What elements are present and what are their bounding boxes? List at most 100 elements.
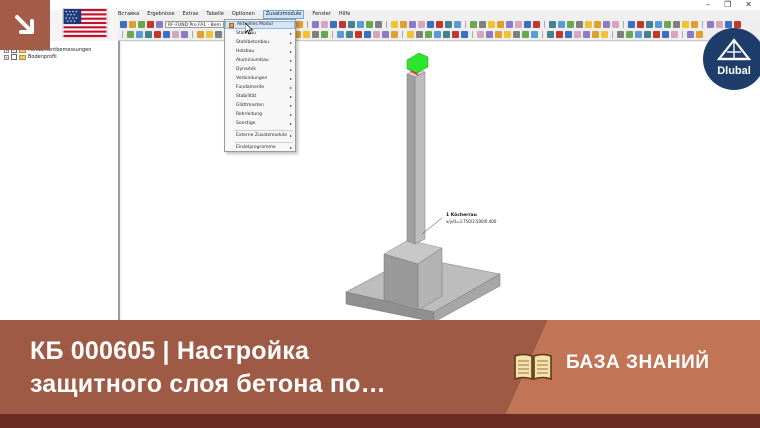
menu-item-2[interactable]: Stahlbetonbau ▸ [225,39,295,47]
toolbar-button-icon[interactable] [532,21,540,28]
toolbar-button-icon[interactable] [197,31,204,38]
toolbar-button-icon[interactable] [602,21,610,28]
module-select[interactable]: RF-FUND Pro FA1 - Bem [165,21,224,28]
toolbar-button-icon[interactable] [181,31,188,38]
nav-item-soil-profile[interactable]: + Bodenprofil [4,54,57,60]
toolbar-button-icon[interactable] [120,21,127,28]
menu-insert[interactable]: Вставка [118,10,139,19]
toolbar-button-icon[interactable] [547,31,554,38]
toolbar-button-icon[interactable] [390,21,398,28]
toolbar-button-icon[interactable] [417,21,425,28]
toolbar-button-icon[interactable] [347,21,355,28]
toolbar-button-icon[interactable] [671,31,678,38]
toolbar-button-icon[interactable] [611,21,619,28]
toolbar-button-icon[interactable] [452,31,459,38]
toolbar-button-icon[interactable] [733,21,741,28]
toolbar-button-icon[interactable] [513,31,520,38]
toolbar-button-icon[interactable] [504,31,511,38]
toolbar-button-icon[interactable] [136,31,143,38]
toolbar-button-icon[interactable] [523,21,531,28]
toolbar-button-icon[interactable] [654,21,662,28]
toolbar-button-icon[interactable] [566,21,574,28]
toolbar-button-icon[interactable] [346,31,353,38]
toolbar-button-icon[interactable] [303,31,310,38]
toolbar-button-icon[interactable] [163,31,170,38]
toolbar-button-icon[interactable] [514,21,522,28]
toolbar-button-icon[interactable] [557,21,565,28]
minimize-button[interactable]: – [706,0,710,10]
menu-item-7[interactable]: Fundamente ▸ [225,84,295,92]
checkbox-icon[interactable] [11,54,17,60]
toolbar-button-icon[interactable] [663,21,671,28]
toolbar-button-icon[interactable] [365,21,373,28]
toolbar-button-icon[interactable] [147,21,154,28]
menu-item-3[interactable]: Holzbau ▸ [225,48,295,56]
toolbar-button-icon[interactable] [461,31,468,38]
toolbar-button-icon[interactable] [215,31,222,38]
toolbar-button-icon[interactable] [696,31,703,38]
toolbar-button-icon[interactable] [444,21,452,28]
toolbar-button-icon[interactable] [407,31,414,38]
toolbar-button-icon[interactable] [425,31,432,38]
toolbar-button-icon[interactable] [593,21,601,28]
toolbar-button-icon[interactable] [574,31,581,38]
menu-item-5[interactable]: Dynamik ▸ [225,66,295,74]
toolbar-button-icon[interactable] [416,31,423,38]
menu-item-0[interactable]: Aktuelles Modul [225,21,295,29]
toolbar-button-icon[interactable] [382,31,389,38]
menu-item-4[interactable]: Aluminiumbau ▸ [225,57,295,65]
menu-item-11[interactable]: Sonstige ▸ [225,120,295,128]
toolbar-button-icon[interactable] [206,31,213,38]
toolbar-button-icon[interactable] [443,31,450,38]
maximize-button[interactable]: ❐ [724,0,731,10]
menu-tools[interactable]: Extras [183,10,199,19]
toolbar-button-icon[interactable] [338,21,346,28]
toolbar-button-icon[interactable] [505,21,513,28]
toolbar-button-icon[interactable] [531,31,538,38]
toolbar-button-icon[interactable] [706,21,714,28]
toolbar-button-icon[interactable] [653,31,660,38]
toolbar-button-icon[interactable] [672,21,680,28]
menu-item-10[interactable]: Rohrleitung ▸ [225,111,295,119]
toolbar-button-icon[interactable] [295,21,303,28]
toolbar-button-icon[interactable] [690,21,698,28]
toolbar-button-icon[interactable] [145,31,152,38]
toolbar-button-icon[interactable] [320,21,328,28]
toolbar-button-icon[interactable] [522,31,529,38]
menu-item-9[interactable]: Glättmasten ▸ [225,102,295,110]
toolbar-button-icon[interactable] [496,21,504,28]
toolbar-button-icon[interactable] [627,21,635,28]
toolbar-button-icon[interactable] [565,31,572,38]
toolbar-button-icon[interactable] [681,21,689,28]
menu-options[interactable]: Optionen [232,10,255,19]
toolbar-button-icon[interactable] [575,21,583,28]
toolbar-button-icon[interactable] [644,31,651,38]
menu-help[interactable]: Hilfe [339,10,350,19]
toolbar-button-icon[interactable] [592,31,599,38]
toolbar-button-icon[interactable] [172,31,179,38]
toolbar-button-icon[interactable] [373,31,380,38]
menu-add-on-modules[interactable]: Zusatzmodule [262,10,305,19]
toolbar-button-icon[interactable] [662,31,669,38]
toolbar-button-icon[interactable] [477,31,484,38]
toolbar-button-icon[interactable] [635,31,642,38]
toolbar-button-icon[interactable] [469,21,477,28]
toolbar-button-icon[interactable] [154,31,161,38]
toolbar-button-icon[interactable] [601,31,608,38]
toolbar-button-icon[interactable] [355,31,362,38]
toolbar-button-icon[interactable] [391,31,398,38]
close-button[interactable]: ✕ [745,0,752,10]
menu-window[interactable]: Fenster [312,10,331,19]
toolbar-button-icon[interactable] [636,21,644,28]
menu-results[interactable]: Ergebnisse [147,10,174,19]
toolbar-button-icon[interactable] [374,21,382,28]
toolbar-button-icon[interactable] [453,21,461,28]
toolbar-button-icon[interactable] [321,31,328,38]
toolbar-button-icon[interactable] [311,21,319,28]
toolbar-button-icon[interactable] [478,21,486,28]
toolbar-button-icon[interactable] [127,31,134,38]
toolbar-button-icon[interactable] [583,31,590,38]
toolbar-button-icon[interactable] [434,31,441,38]
menu-item-12[interactable]: Externe Zusatzmodule ▸ [225,132,295,140]
toolbar-button-icon[interactable] [426,21,434,28]
